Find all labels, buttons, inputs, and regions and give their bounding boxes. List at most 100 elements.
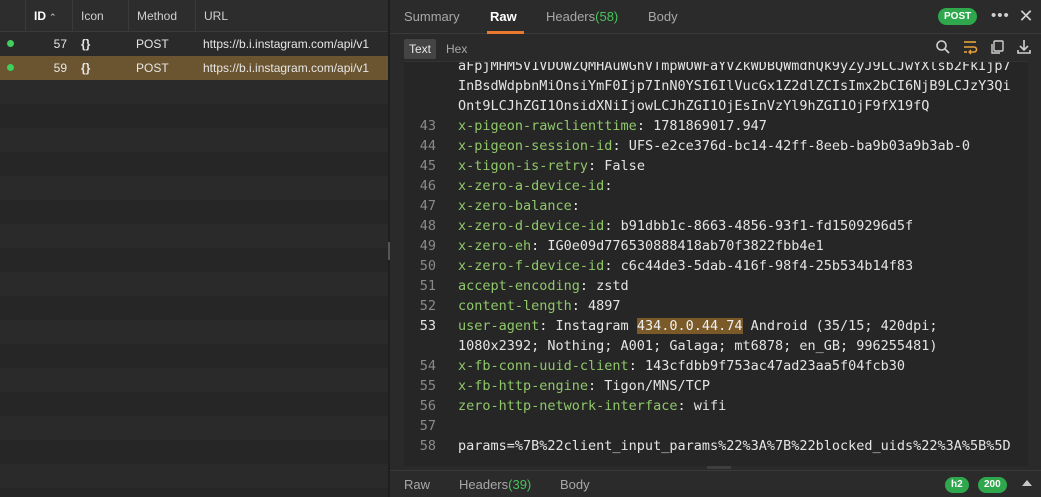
header-value: 1080x2392; Nothing; A001; Galaga; mt6878… — [458, 338, 938, 354]
header-value: : 143cfdbb9f753ac47ad23aa5f04fcb30 — [628, 358, 906, 374]
status-column-header[interactable] — [0, 0, 25, 32]
empty-row — [0, 368, 388, 392]
word-wrap-icon[interactable] — [961, 38, 979, 56]
tab-headers[interactable]: Headers(58) — [546, 0, 618, 34]
body-params: params=%7B%22client_input_params%22%3A%7… — [458, 438, 1011, 454]
header-value: : Instagram — [539, 318, 637, 334]
response-tab-raw[interactable]: Raw — [404, 471, 430, 497]
code-line: Ont9LCJhZGI1OnsidXNiIjowLCJhZGI1OjEsInVz… — [404, 96, 1028, 116]
code-line: 44 x-pigeon-session-id: UFS-e2ce376d-bc14… — [404, 136, 1028, 156]
line-number: 46 — [419, 178, 436, 194]
code-line: 48 x-zero-d-device-id: b91dbb1c-8663-4856… — [404, 216, 1028, 236]
line-number: 58 — [419, 438, 436, 454]
header-key: accept-encoding — [458, 278, 580, 294]
code-line: InBsdWdpbnMiOnsiYmF0Ijp7InN0YSI6IlVucGx1… — [404, 76, 1028, 96]
empty-row — [0, 152, 388, 176]
empty-row — [0, 464, 388, 488]
line-number: 48 — [419, 218, 436, 234]
code-line: 43 x-pigeon-rawclienttime: 1781869017.947 — [404, 116, 1028, 136]
row-method: POST — [136, 37, 169, 51]
status-dot-icon — [7, 64, 14, 71]
line-number: 50 — [419, 258, 436, 274]
header-key: content-length — [458, 298, 572, 314]
response-tab-headers[interactable]: Headers(39) — [459, 471, 531, 497]
header-value: Android (35/15; 420dpi; — [742, 318, 938, 334]
icon-column-header[interactable]: Icon — [72, 0, 128, 32]
row-method: POST — [136, 61, 169, 75]
header-key: x-zero-eh — [458, 238, 532, 254]
empty-row — [0, 176, 388, 200]
id-column-header[interactable]: ID ⌃ — [25, 0, 72, 32]
header-key: x-fb-http-engine — [458, 378, 589, 394]
line-number: 47 — [419, 198, 436, 214]
expand-up-icon[interactable] — [1022, 480, 1032, 486]
status-code-badge: 200 — [978, 477, 1007, 493]
header-value: : UFS-e2ce376d-bc14-42ff-8eeb-ba9b03a9b3… — [612, 138, 971, 154]
empty-row — [0, 344, 388, 368]
subtab-hex[interactable]: Hex — [441, 39, 472, 59]
request-rows: 57 {} POST https://b.i.instagram.com/api… — [0, 32, 388, 497]
detail-pane: Summary Raw Headers(58) Body POST ••• ✕ … — [390, 0, 1041, 497]
header-value: : wifi — [677, 398, 727, 414]
line-number: 55 — [419, 378, 436, 394]
json-icon: {} — [81, 37, 91, 51]
header-key: x-zero-a-device-id — [458, 178, 605, 194]
copy-icon[interactable] — [988, 38, 1006, 56]
method-badge: POST — [938, 8, 978, 25]
tab-headers-label: Headers — [546, 9, 596, 24]
raw-text-editor[interactable]: aFpjMHM5V1VDOWZQMHAuWGhVTmpWOWFaYVZkWDBQ… — [404, 61, 1028, 466]
horizontal-scrollbar[interactable] — [404, 466, 1028, 469]
empty-row — [0, 80, 388, 104]
close-icon[interactable]: ✕ — [1017, 7, 1035, 25]
code-line: aFpjMHM5V1VDOWZQMHAuWGhVTmpWOWFaYVZkWDBQ… — [404, 62, 1028, 76]
code-line: 51 accept-encoding: zstd — [404, 276, 1028, 296]
line-number: 51 — [419, 278, 436, 294]
empty-row — [0, 224, 388, 248]
response-tab-body[interactable]: Body — [560, 471, 590, 497]
tab-raw[interactable]: Raw — [490, 0, 517, 34]
row-url: https://b.i.instagram.com/api/v1 — [203, 37, 370, 51]
code-line: 58 params=%7B%22client_input_params%22%3A… — [404, 436, 1028, 456]
code-line: 52 content-length: 4897 — [404, 296, 1028, 316]
empty-row — [0, 104, 388, 128]
header-value: : False — [588, 158, 645, 174]
download-icon[interactable] — [1015, 38, 1033, 56]
headers-count: (58) — [595, 9, 619, 24]
subtab-text[interactable]: Text — [404, 39, 437, 59]
empty-row — [0, 296, 388, 320]
method-column-header[interactable]: Method — [128, 0, 195, 32]
code-line: 45 x-tigon-is-retry: False — [404, 156, 1028, 176]
code-line-current: 53 user-agent: Instagram 434.0.0.44.74 An… — [404, 316, 1028, 336]
response-tab-headers-label: Headers — [459, 477, 509, 492]
empty-row — [0, 248, 388, 272]
tab-summary[interactable]: Summary — [404, 0, 460, 34]
empty-row — [0, 272, 388, 296]
code-text: Ont9LCJhZGI1OnsidXNiIjowLCJhZGI1OjEsInVz… — [458, 98, 930, 114]
scrollbar-thumb[interactable] — [707, 466, 731, 469]
table-row[interactable]: 57 {} POST https://b.i.instagram.com/api… — [0, 32, 388, 56]
json-icon: {} — [81, 61, 91, 75]
code-line: 54 x-fb-conn-uuid-client: 143cfdbb9f753ac… — [404, 356, 1028, 376]
url-column-header[interactable]: URL — [195, 0, 388, 32]
header-key: x-zero-f-device-id — [458, 258, 605, 274]
code-line: 49 x-zero-eh: IG0e09d776530888418ab70f382… — [404, 236, 1028, 256]
search-icon[interactable] — [934, 38, 952, 56]
header-value: : c6c44de3-5dab-416f-98f4-25b534b14f83 — [604, 258, 914, 274]
code-line: 47 x-zero-balance: — [404, 196, 1028, 216]
line-number: 54 — [419, 358, 436, 374]
header-key: x-tigon-is-retry — [458, 158, 589, 174]
search-highlight: 434.0.0.44.74 — [636, 318, 743, 334]
header-key: x-fb-conn-uuid-client — [458, 358, 629, 374]
tab-body[interactable]: Body — [648, 0, 678, 34]
code-line: 50 x-zero-f-device-id: c6c44de3-5dab-416f… — [404, 256, 1028, 276]
line-number: 49 — [419, 238, 436, 254]
more-options-icon[interactable]: ••• — [991, 8, 1009, 26]
code-line: 55 x-fb-http-engine: Tigon/MNS/TCP — [404, 376, 1028, 396]
header-value: : — [571, 198, 580, 214]
header-key: zero-http-network-interface — [458, 398, 678, 414]
active-tab-indicator — [487, 31, 524, 34]
table-row-selected[interactable]: 59 {} POST https://b.i.instagram.com/api… — [0, 56, 388, 80]
empty-row — [0, 128, 388, 152]
header-key: x-pigeon-session-id — [458, 138, 613, 154]
header-value: : 4897 — [571, 298, 621, 314]
